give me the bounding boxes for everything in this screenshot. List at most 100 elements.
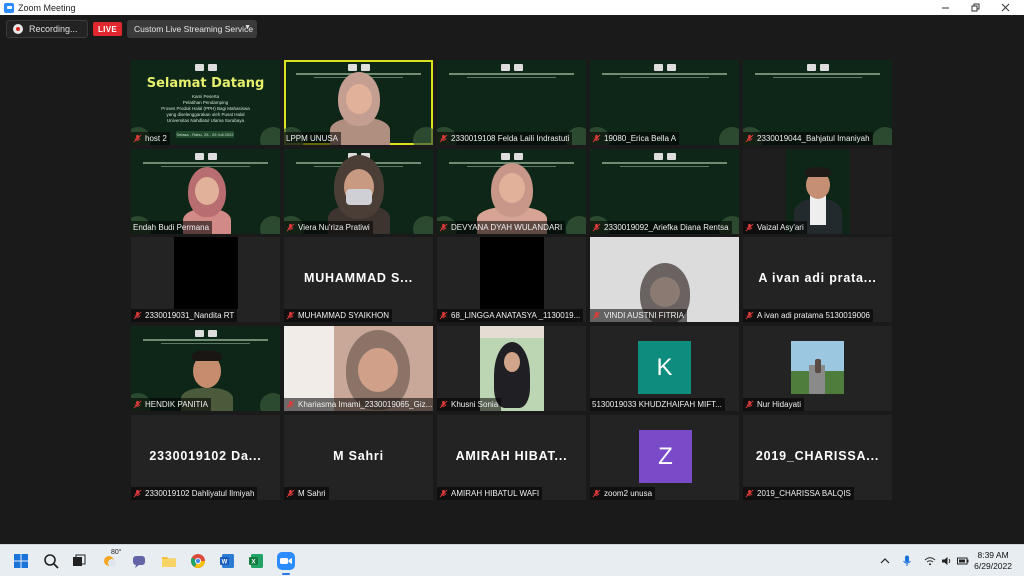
video-tile[interactable]: M Sahri M Sahri — [284, 415, 433, 500]
video-tile[interactable]: Selamat Datang Kami Peserta Pelatihan Pe… — [131, 60, 280, 145]
participant-photo — [791, 341, 844, 394]
excel-button[interactable]: X — [247, 552, 265, 570]
participant-label: HENDIK PANITIA — [131, 398, 211, 411]
video-tile[interactable]: VINDI AUSTNI FITRIA — [590, 237, 739, 322]
mic-muted-icon — [133, 400, 142, 409]
participant-avatar: Z — [639, 430, 692, 483]
participant-display-name: MUHAMMAD S... — [303, 271, 413, 285]
video-tile[interactable]: Viera Nu'riza Pratiwi — [284, 149, 433, 234]
video-tile[interactable]: Z zoom2 unusa — [590, 415, 739, 500]
restore-button[interactable] — [960, 0, 990, 15]
mic-muted-icon — [286, 400, 295, 409]
microphone-tray-button[interactable] — [902, 545, 912, 576]
video-tile[interactable]: A ivan adi prata... A ivan adi pratama 5… — [743, 237, 892, 322]
participant-label: zoom2 unusa — [590, 487, 656, 500]
participant-label: Endah Budi Permana — [131, 221, 213, 234]
search-button[interactable] — [42, 552, 60, 570]
mic-muted-icon — [133, 311, 142, 320]
video-tile[interactable]: HENDIK PANITIA — [131, 326, 280, 411]
teams-chat-button[interactable] — [130, 552, 148, 570]
participant-name: LPPM UNUSA — [286, 134, 339, 143]
folder-icon — [162, 557, 176, 567]
chrome-icon — [190, 554, 205, 568]
window-title: Zoom Meeting — [18, 2, 76, 13]
participant-label: 2330019044_Bahjatul Imaniyah — [743, 132, 873, 145]
clock-date: 6/29/2022 — [974, 561, 1012, 571]
video-tile[interactable]: 2019_CHARISSA... 2019_CHARISSA BALQIS — [743, 415, 892, 500]
participant-name: Khariasma Imami_2330019065_Giz... — [298, 400, 433, 409]
mic-muted-icon — [439, 223, 448, 232]
video-tile[interactable]: 2330019092_Ariefka Diana Rentsa — [590, 149, 739, 234]
speaker-icon — [942, 557, 951, 565]
floral-decoration — [413, 127, 433, 145]
video-tile[interactable]: K 5130019033 KHUDZHAIFAH MIFT... — [590, 326, 739, 411]
floral-decoration — [719, 127, 739, 145]
video-tile[interactable]: 2330019044_Bahjatul Imaniyah — [743, 60, 892, 145]
video-tile[interactable]: Vaizal Asy'ari — [743, 149, 892, 234]
participant-name: VINDI AUSTNI FITRIA — [604, 311, 685, 320]
video-tile[interactable]: Khariasma Imami_2330019065_Giz... — [284, 326, 433, 411]
participant-display-name: 2330019102 Da... — [149, 449, 262, 463]
participant-name: 2019_CHARISSA BALQIS — [757, 489, 851, 498]
video-tile[interactable]: MUHAMMAD S... MUHAMMAD SYAIKHON — [284, 237, 433, 322]
participant-display-name: M Sahri — [333, 449, 384, 463]
file-explorer-button[interactable] — [160, 552, 178, 570]
slide-header — [743, 64, 892, 80]
participant-label: 2330019102 Dahliyatul Ilmiyah — [131, 487, 258, 500]
chat-icon — [133, 556, 145, 568]
live-stream-service-dropdown[interactable]: Custom Live Streaming Service ▼ — [127, 20, 257, 38]
participant-name: 2330019108 Felda Laili Indrastuti — [451, 134, 570, 143]
video-tile[interactable]: Khusni Sonia — [437, 326, 586, 411]
participant-video-off — [174, 237, 238, 309]
close-button[interactable] — [990, 0, 1020, 15]
participant-avatar: K — [638, 341, 691, 394]
participant-label: 2330019031_Nandita RT — [131, 309, 238, 322]
wifi-tray-button[interactable] — [924, 545, 936, 576]
chrome-button[interactable] — [189, 552, 207, 570]
participant-name: 2330019044_Bahjatul Imaniyah — [757, 134, 870, 143]
participant-name: Endah Budi Permana — [133, 223, 210, 232]
system-clock[interactable]: 8:39 AM 6/29/2022 — [974, 550, 1012, 572]
participant-label: A ivan adi pratama 5130019006 — [743, 309, 873, 322]
participant-label: VINDI AUSTNI FITRIA — [590, 309, 688, 322]
excel-icon: X — [249, 554, 263, 568]
mic-muted-icon — [439, 489, 448, 498]
video-tile[interactable]: Endah Budi Permana — [131, 149, 280, 234]
battery-tray-button[interactable] — [957, 545, 969, 576]
mic-muted-icon — [745, 400, 754, 409]
minimize-button[interactable] — [930, 0, 960, 15]
video-tile[interactable]: Nur Hidayati — [743, 326, 892, 411]
video-tile[interactable]: DEVYANA DYAH WULANDARI — [437, 149, 586, 234]
participant-label: 68_LINGGA ANATASYA _1130019... — [437, 309, 584, 322]
volume-tray-button[interactable] — [941, 545, 953, 576]
task-view-icon — [73, 554, 86, 566]
show-hidden-icons-button[interactable] — [880, 545, 890, 576]
task-view-button[interactable] — [70, 552, 88, 570]
mic-muted-icon — [133, 134, 142, 143]
participant-name: AMIRAH HIBATUL WAFI — [451, 489, 540, 498]
weather-temperature: 80° — [111, 549, 122, 556]
video-tile[interactable]: 2330019108 Felda Laili Indrastuti — [437, 60, 586, 145]
video-tile-active-speaker[interactable]: LPPM UNUSA — [284, 60, 433, 145]
zoom-taskbar-button[interactable] — [277, 552, 295, 575]
floral-decoration — [566, 216, 586, 234]
video-tile[interactable]: 68_LINGGA ANATASYA _1130019... — [437, 237, 586, 322]
chevron-up-icon — [880, 558, 890, 564]
recording-indicator[interactable]: Recording... — [6, 20, 88, 38]
mic-muted-icon — [286, 311, 295, 320]
video-tile[interactable]: 2330019102 Da... 2330019102 Dahliyatul I… — [131, 415, 280, 500]
participant-name: Khusni Sonia — [451, 400, 499, 409]
word-button[interactable]: W — [218, 552, 236, 570]
participant-label: 2019_CHARISSA BALQIS — [743, 487, 854, 500]
video-tile[interactable]: AMIRAH HIBAT... AMIRAH HIBATUL WAFI — [437, 415, 586, 500]
video-tile[interactable]: 2330019031_Nandita RT — [131, 237, 280, 322]
slide-header — [131, 330, 280, 346]
video-tile[interactable]: 19080_Erica Bella A — [590, 60, 739, 145]
stream-service-label: Custom Live Streaming Service — [134, 24, 254, 34]
meeting-toolbar: Recording... LIVE Custom Live Streaming … — [0, 15, 1024, 45]
mic-muted-icon — [745, 134, 754, 143]
start-button[interactable] — [12, 552, 30, 570]
participant-label: 5130019033 KHUDZHAIFAH MIFT... — [590, 398, 725, 411]
participant-label: M Sahri — [284, 487, 329, 500]
windows-taskbar: 80° W X 8:39 AM 6/29/2022 — [0, 544, 1024, 576]
